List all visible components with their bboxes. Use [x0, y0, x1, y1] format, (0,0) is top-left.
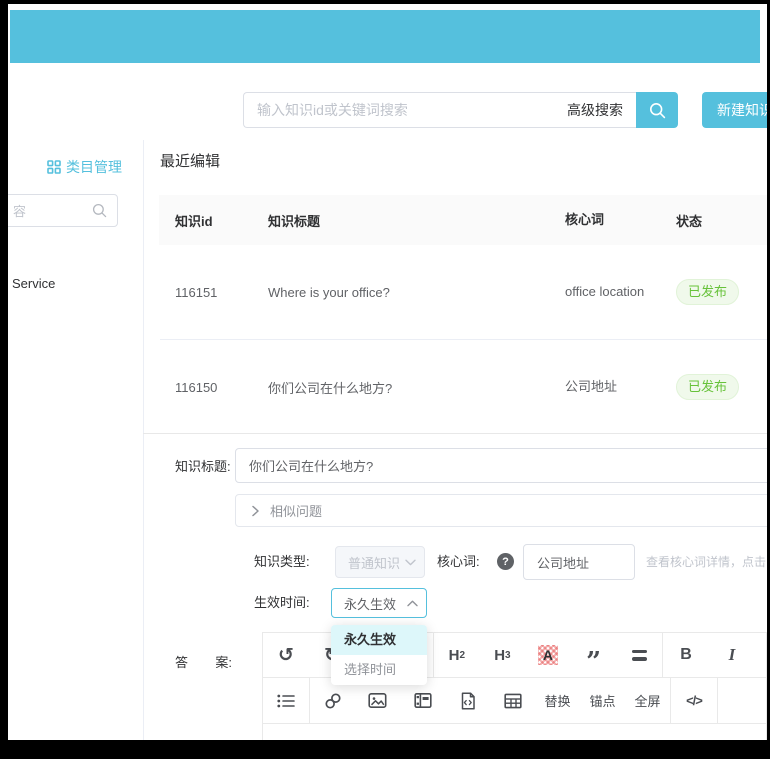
chevron-up-icon	[407, 600, 418, 607]
knowledge-table: 知识id 知识标题 核心词 状态 116151 Where is your of…	[159, 195, 770, 434]
similar-questions-label: 相似问题	[270, 501, 322, 520]
dropdown-option-choose-time[interactable]: 选择时间	[331, 655, 427, 685]
effective-time-select[interactable]: 永久生效	[331, 588, 427, 618]
cell-keyword: office location	[549, 282, 660, 302]
search-placeholder: 输入知识id或关键词搜索	[244, 100, 567, 120]
status-badge: 已发布	[676, 374, 739, 400]
image-icon	[368, 692, 387, 709]
section-title: 最近编辑	[160, 150, 220, 171]
answer-label: 答 案:	[175, 652, 232, 671]
table-button[interactable]	[490, 678, 535, 723]
anchor-button[interactable]: 锚点	[580, 678, 625, 723]
edit-panel-top-border	[143, 433, 770, 434]
link-icon	[324, 692, 342, 710]
column-header-status: 状态	[660, 211, 770, 230]
core-word-hint: 查看核心词详情，点击	[646, 546, 766, 578]
frame-top	[0, 0, 770, 4]
chevron-down-icon	[405, 559, 416, 566]
cell-status: 已发布	[660, 279, 770, 305]
answer-label-char1: 答	[175, 652, 188, 671]
frame-left	[0, 0, 8, 759]
horizontal-rule-button[interactable]	[616, 633, 662, 677]
grid-icon	[47, 160, 61, 174]
advanced-search-link[interactable]: 高级搜索	[567, 100, 637, 120]
core-word-input[interactable]: 公司地址	[523, 544, 635, 580]
code-view-button[interactable]: </>	[671, 678, 717, 723]
heading2-button[interactable]: H2	[434, 633, 480, 677]
cell-knowledge-title: Where is your office?	[252, 285, 549, 300]
new-knowledge-button[interactable]: 新建知识	[702, 92, 770, 128]
help-icon[interactable]: ?	[497, 553, 514, 570]
sidebar-divider	[143, 140, 144, 740]
h3-sub: 3	[505, 650, 511, 661]
category-manage-link[interactable]: 类目管理	[47, 157, 122, 177]
font-color-button[interactable]: A	[525, 633, 571, 677]
cell-keyword: 公司地址	[549, 377, 660, 397]
dropdown-option-permanent[interactable]: 永久生效	[331, 625, 427, 655]
answer-label-char2: 案:	[215, 652, 232, 671]
search-icon	[649, 102, 666, 119]
toolbar-spacer	[755, 633, 766, 677]
replace-button[interactable]: 替换	[535, 678, 580, 723]
effective-time-value: 永久生效	[344, 594, 396, 613]
column-header-title: 知识标题	[252, 211, 549, 230]
code-file-icon	[460, 692, 476, 710]
bullet-list-button[interactable]	[263, 678, 309, 723]
cell-knowledge-id: 116151	[159, 285, 252, 300]
column-header-keyword: 核心词	[549, 210, 660, 230]
effective-time-label: 生效时间:	[254, 588, 310, 618]
video-icon	[414, 692, 432, 709]
table-header-row: 知识id 知识标题 核心词 状态	[159, 195, 770, 245]
column-header-id: 知识id	[159, 211, 252, 230]
h2-sub: 2	[459, 650, 465, 661]
search-icon	[92, 203, 107, 218]
knowledge-type-value: 普通知识	[348, 553, 400, 572]
h3-label: H	[494, 647, 505, 664]
italic-button[interactable]: I	[709, 633, 755, 677]
category-search-value: 容	[0, 201, 92, 220]
table-row[interactable]: 116150 你们公司在什么地方? 公司地址 已发布	[159, 340, 770, 434]
fullscreen-button[interactable]: 全屏	[625, 678, 670, 723]
app-header-bar	[10, 10, 760, 63]
cell-status: 已发布	[660, 374, 770, 400]
font-color-icon: A	[538, 645, 558, 665]
effective-time-dropdown: 永久生效 选择时间	[331, 625, 427, 685]
bullet-list-icon	[277, 693, 295, 709]
knowledge-title-input[interactable]: 你们公司在什么地方?	[235, 448, 770, 483]
heading3-button[interactable]: H3	[480, 633, 526, 677]
knowledge-title-value: 你们公司在什么地方?	[249, 456, 373, 475]
chevron-right-icon	[251, 505, 260, 517]
undo-icon[interactable]: ↺	[263, 633, 309, 677]
knowledge-title-label: 知识标题:	[175, 456, 231, 475]
h2-label: H	[449, 647, 460, 664]
knowledge-type-select[interactable]: 普通知识	[335, 546, 425, 578]
knowledge-type-label: 知识类型:	[254, 546, 310, 578]
frame-bottom	[0, 740, 770, 759]
core-word-value: 公司地址	[537, 553, 589, 572]
core-word-label: 核心词:	[437, 546, 480, 578]
knowledge-search-input[interactable]: 输入知识id或关键词搜索 高级搜索	[243, 92, 637, 128]
horizontal-rule-icon	[632, 650, 647, 661]
status-badge: 已发布	[676, 279, 739, 305]
bold-button[interactable]: B	[663, 633, 709, 677]
category-manage-label: 类目管理	[66, 157, 122, 177]
table-row[interactable]: 116151 Where is your office? office loca…	[159, 245, 770, 339]
cell-knowledge-title: 你们公司在什么地方?	[252, 378, 549, 397]
category-search-input[interactable]: 容	[0, 194, 118, 227]
blockquote-button[interactable]: ”	[571, 633, 617, 677]
toolbar-spacer	[718, 678, 766, 723]
cell-knowledge-id: 116150	[159, 380, 252, 395]
code-file-button[interactable]	[445, 678, 490, 723]
editor-content-area[interactable]	[262, 723, 767, 740]
table-icon	[504, 693, 522, 709]
search-button[interactable]	[636, 92, 678, 128]
sidebar-item-service[interactable]: Service	[12, 276, 55, 291]
similar-questions-expander[interactable]: 相似问题	[235, 494, 770, 527]
